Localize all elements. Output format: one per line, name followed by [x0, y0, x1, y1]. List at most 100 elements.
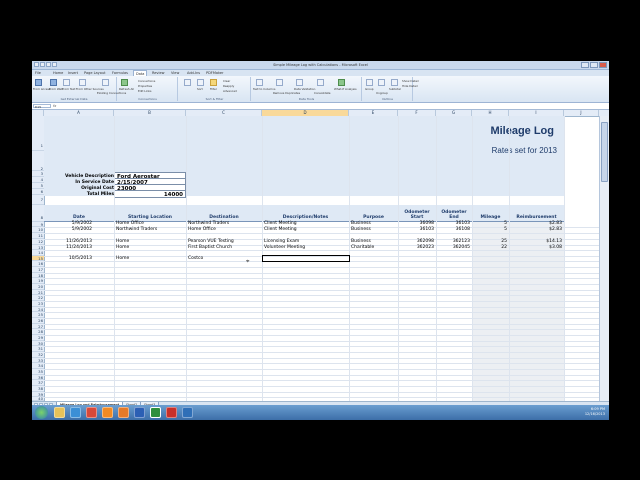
- cell-start[interactable]: Home: [116, 245, 129, 251]
- window-title: Simple Mileage Log with Calculations - M…: [273, 63, 368, 67]
- cell-date[interactable]: 11/24/2013: [44, 245, 92, 251]
- active-cell[interactable]: [262, 255, 350, 262]
- cell-date[interactable]: 5/9/2002: [44, 227, 92, 233]
- filter-icon[interactable]: [210, 79, 217, 86]
- gridline: [44, 369, 599, 370]
- existing-connections-icon[interactable]: [102, 79, 109, 86]
- cell-date[interactable]: 10/5/2013: [44, 256, 92, 262]
- worksheet-grid[interactable]: Mileage Log Rates set for 2013 Vehicle D…: [44, 116, 599, 401]
- cell-reimbursement[interactable]: $3.08: [509, 245, 562, 251]
- group-label-sort-filter: Sort & Filter: [205, 97, 224, 101]
- from-access-label: From Access: [33, 87, 51, 91]
- header-odometer-start[interactable]: Odometer Start: [398, 205, 436, 221]
- header-date[interactable]: Date: [44, 205, 114, 221]
- row-header[interactable]: 8: [32, 205, 44, 222]
- ie-icon[interactable]: [70, 407, 81, 418]
- fx-icon[interactable]: fx: [53, 103, 56, 109]
- cell-odometer-end[interactable]: 362045: [436, 245, 470, 251]
- cell-odometer-start[interactable]: 36103: [398, 227, 434, 233]
- ribbon-group-external-data: From Access From Web From Text From Othe…: [32, 77, 126, 101]
- gridline: [44, 341, 599, 342]
- show-detail-button[interactable]: Show Detail: [402, 79, 419, 83]
- word-icon[interactable]: [134, 407, 145, 418]
- info-label: Vehicle Description: [65, 174, 114, 179]
- cell-description[interactable]: Volunteer Meeting: [264, 245, 305, 251]
- cell-start[interactable]: Home: [116, 256, 129, 262]
- gridline: [44, 352, 599, 353]
- header-purpose[interactable]: Purpose: [349, 205, 398, 221]
- total-miles-value[interactable]: 14000: [114, 190, 186, 198]
- subtotal-icon[interactable]: [391, 79, 398, 86]
- header-reimbursement[interactable]: Reimbursement: [509, 205, 564, 221]
- cell-description[interactable]: Client Meeting: [264, 227, 297, 233]
- group-icon[interactable]: [366, 79, 373, 86]
- from-access-icon[interactable]: [35, 79, 42, 86]
- edit-links-button[interactable]: Edit Links: [138, 89, 152, 93]
- row-header[interactable]: 1: [32, 116, 44, 151]
- cell-purpose[interactable]: Business: [351, 227, 371, 233]
- reapply-button[interactable]: Reapply: [223, 84, 234, 88]
- text-to-columns-icon[interactable]: [256, 79, 263, 86]
- header-description[interactable]: Description/Notes: [262, 205, 349, 221]
- from-text-icon[interactable]: [63, 79, 70, 86]
- minimize-button[interactable]: [581, 62, 589, 68]
- outlook-icon[interactable]: [182, 407, 193, 418]
- ungroup-icon[interactable]: [378, 79, 385, 86]
- sort-icon[interactable]: [197, 79, 204, 86]
- maximize-button[interactable]: [590, 62, 598, 68]
- properties-button[interactable]: Properties: [138, 84, 152, 88]
- excel-icon[interactable]: [150, 407, 161, 418]
- from-web-icon[interactable]: [50, 79, 57, 86]
- connections-button[interactable]: Connections: [138, 79, 155, 83]
- ribbon-group-sort-filter: Sort Filter Clear Reapply Advanced Sort …: [179, 77, 251, 101]
- system-clock[interactable]: 6:09 PM 12/16/2013: [585, 407, 605, 417]
- start-button[interactable]: [35, 406, 48, 419]
- what-if-analysis-icon[interactable]: [338, 79, 345, 86]
- gridline: [114, 116, 115, 401]
- cell-odometer-start[interactable]: 362023: [398, 245, 434, 251]
- refresh-all-icon[interactable]: [121, 79, 128, 86]
- gridline: [44, 290, 599, 291]
- vertical-scrollbar[interactable]: [599, 116, 609, 401]
- clear-button[interactable]: Clear: [223, 79, 230, 83]
- cell-mileage[interactable]: 5: [472, 227, 507, 233]
- cell-odometer-end[interactable]: 36108: [436, 227, 470, 233]
- cell-destination[interactable]: Costco: [188, 256, 203, 262]
- consolidate-icon[interactable]: [317, 79, 324, 86]
- formula-bar: D15 fx: [32, 103, 609, 110]
- name-box[interactable]: D15: [33, 104, 51, 109]
- mouse-cursor-icon: ⌖: [246, 258, 250, 265]
- chrome-icon[interactable]: [86, 407, 97, 418]
- data-validation-icon[interactable]: [296, 79, 303, 86]
- explorer-icon[interactable]: [54, 407, 65, 418]
- cell-reimbursement[interactable]: $2.83: [509, 227, 562, 233]
- filter-label: Filter: [210, 87, 217, 91]
- remove-duplicates-icon[interactable]: [276, 79, 283, 86]
- header-destination[interactable]: Destination: [186, 205, 262, 221]
- acrobat-icon[interactable]: [166, 407, 177, 418]
- cell-purpose[interactable]: Charitable: [351, 245, 374, 251]
- close-button[interactable]: [599, 62, 607, 68]
- from-other-sources-icon[interactable]: [79, 79, 86, 86]
- header-starting-location[interactable]: Starting Location: [114, 205, 186, 221]
- media-icon[interactable]: [102, 407, 113, 418]
- advanced-button[interactable]: Advanced: [223, 89, 237, 93]
- header-odometer-end[interactable]: Odometer End: [436, 205, 472, 221]
- row-header[interactable]: 2: [32, 151, 44, 171]
- excel-window: Simple Mileage Log with Calculations - M…: [32, 61, 609, 420]
- ribbon-group-connections: Refresh All Connections Properties Edit …: [118, 77, 178, 101]
- cell-start[interactable]: Northwind Traders: [116, 227, 157, 233]
- cell-destination[interactable]: First Baptist Church: [188, 245, 232, 251]
- firefox-icon[interactable]: [118, 407, 129, 418]
- sort-az-icon[interactable]: [184, 79, 191, 86]
- group-label-data-tools: Data Tools: [298, 97, 315, 101]
- cell-mileage[interactable]: 22: [472, 245, 507, 251]
- scrollbar-thumb[interactable]: [601, 122, 608, 182]
- gridline: [44, 284, 599, 285]
- hide-detail-button[interactable]: Hide Detail: [402, 84, 418, 88]
- row-header[interactable]: 7: [32, 195, 44, 205]
- header-mileage[interactable]: Mileage: [472, 205, 509, 221]
- info-label: Original Cost: [81, 186, 114, 191]
- cell-destination[interactable]: Home Office: [188, 227, 216, 233]
- clock-date: 12/16/2013: [584, 412, 605, 416]
